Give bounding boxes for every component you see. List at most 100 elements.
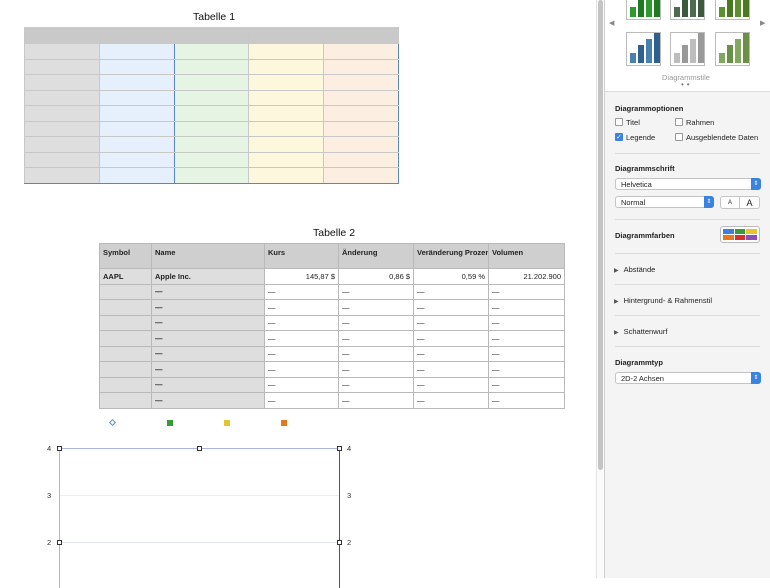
table1-cell[interactable]	[98, 58, 175, 75]
table1-cell[interactable]	[24, 151, 100, 168]
font-style-select[interactable]: Normal ⇕	[615, 196, 714, 208]
chart-style-thumbnail[interactable]	[715, 0, 750, 20]
table1[interactable]	[24, 27, 399, 184]
table2-cell[interactable]: —	[264, 345, 339, 362]
table1-cell[interactable]	[24, 89, 100, 106]
table2-header-cell[interactable]: Name	[151, 243, 265, 269]
table2-cell[interactable]: —	[413, 314, 489, 331]
table1-cell[interactable]	[98, 89, 175, 106]
table2-cell[interactable]: —	[151, 299, 265, 316]
font-family-select[interactable]: Helvetica ⇕	[615, 178, 761, 190]
table1-cell[interactable]	[323, 58, 399, 75]
border-checkbox[interactable]	[675, 118, 683, 126]
table2-cell[interactable]: 145,87 $	[264, 268, 339, 285]
resize-handle[interactable]	[57, 446, 62, 451]
scrollbar-thumb[interactable]	[598, 0, 603, 470]
table1-cell[interactable]	[24, 74, 100, 91]
table1-cell[interactable]	[248, 89, 325, 106]
table1-cell[interactable]	[248, 136, 325, 153]
table1-cell[interactable]	[173, 43, 250, 60]
table1-cell[interactable]	[323, 105, 399, 122]
table2-cell[interactable]: —	[264, 376, 339, 393]
table1-cell[interactable]	[98, 105, 175, 122]
table2-cell[interactable]: —	[338, 330, 414, 347]
chart-type-select[interactable]: 2D-2 Achsen ⇕	[615, 372, 761, 384]
table1-cell[interactable]	[98, 136, 175, 153]
chart-style-thumbnail[interactable]	[715, 32, 750, 66]
table1-cell[interactable]	[323, 151, 399, 168]
table2-cell[interactable]: —	[151, 330, 265, 347]
table1-cell[interactable]	[98, 151, 175, 168]
table2-cell[interactable]: 21.202.900	[488, 268, 565, 285]
table1-cell[interactable]	[323, 136, 399, 153]
table2[interactable]: Symbol Name Kurs Änderung Veränderung Prozen…	[99, 243, 565, 409]
plot-area[interactable]	[59, 448, 340, 588]
table2-cell[interactable]: —	[264, 299, 339, 316]
table1-cell[interactable]	[248, 105, 325, 122]
table2-cell[interactable]: —	[264, 330, 339, 347]
table2-cell[interactable]	[99, 330, 152, 347]
table1-cell[interactable]	[98, 43, 175, 60]
table1-cell[interactable]	[24, 136, 100, 153]
table1-header-cell[interactable]	[98, 27, 175, 44]
spacing-disclosure[interactable]: ▶ Abstände	[614, 265, 655, 274]
table1-cell[interactable]	[98, 167, 175, 184]
table2-cell[interactable]: —	[151, 283, 265, 300]
table1-cell[interactable]	[173, 74, 250, 91]
resize-handle[interactable]	[57, 540, 62, 545]
table2-cell[interactable]: —	[264, 314, 339, 331]
table1-cell[interactable]	[24, 120, 100, 137]
legend-checkbox[interactable]: ✓	[615, 133, 623, 141]
title-checkbox[interactable]	[615, 118, 623, 126]
chart-style-thumbnail[interactable]	[670, 0, 705, 20]
table2-cell[interactable]: —	[413, 299, 489, 316]
resize-handle[interactable]	[337, 540, 342, 545]
table2-cell[interactable]: —	[488, 345, 565, 362]
font-smaller-button[interactable]: A	[720, 196, 740, 209]
table2-cell[interactable]: AAPL	[99, 268, 152, 285]
table2-cell[interactable]	[99, 392, 152, 409]
table1-cell[interactable]	[24, 58, 100, 75]
chart-style-thumbnail[interactable]	[670, 32, 705, 66]
table1-header-cell[interactable]	[323, 27, 399, 44]
table2-cell[interactable]	[99, 314, 152, 331]
table1-header-cell[interactable]	[24, 27, 100, 44]
table2-cell[interactable]	[99, 345, 152, 362]
table2-cell[interactable]: —	[264, 361, 339, 378]
hidden-data-checkbox[interactable]	[675, 133, 683, 141]
table1-cell[interactable]	[173, 89, 250, 106]
table1-cell[interactable]	[323, 120, 399, 137]
table1-cell[interactable]	[173, 58, 250, 75]
table2-cell[interactable]: —	[151, 392, 265, 409]
table2-cell[interactable]	[99, 376, 152, 393]
table2-cell[interactable]: Apple Inc.	[151, 268, 265, 285]
chart-style-thumbnail[interactable]	[626, 0, 661, 20]
table1-cell[interactable]	[248, 167, 325, 184]
table2-cell[interactable]: —	[413, 361, 489, 378]
table2-cell[interactable]: —	[488, 376, 565, 393]
table2-cell[interactable]: —	[338, 361, 414, 378]
table2-header-cell[interactable]: Symbol	[99, 243, 152, 269]
table2-cell[interactable]: —	[338, 299, 414, 316]
table1-header-cell[interactable]	[248, 27, 325, 44]
background-border-disclosure[interactable]: ▶ Hintergrund- & Rahmenstil	[614, 296, 712, 305]
table2-cell[interactable]: —	[338, 345, 414, 362]
table1-cell[interactable]	[248, 151, 325, 168]
table1-cell[interactable]	[248, 74, 325, 91]
table2-cell[interactable]: —	[413, 376, 489, 393]
table2-cell[interactable]: —	[488, 330, 565, 347]
table1-cell[interactable]	[98, 120, 175, 137]
table2-cell[interactable]	[99, 299, 152, 316]
table2-cell[interactable]: 0,86 $	[338, 268, 414, 285]
table1-cell[interactable]	[323, 74, 399, 91]
table2-cell[interactable]: —	[338, 376, 414, 393]
table2-cell[interactable]: —	[413, 345, 489, 362]
table2-header-cell[interactable]: Kurs	[264, 243, 339, 269]
table2-cell[interactable]: —	[413, 330, 489, 347]
table2-cell[interactable]	[99, 283, 152, 300]
resize-handle[interactable]	[337, 446, 342, 451]
table2-cell[interactable]: —	[413, 392, 489, 409]
table2-cell[interactable]: —	[488, 283, 565, 300]
table2-header-cell[interactable]: Änderung	[338, 243, 414, 269]
table1-cell[interactable]	[98, 74, 175, 91]
